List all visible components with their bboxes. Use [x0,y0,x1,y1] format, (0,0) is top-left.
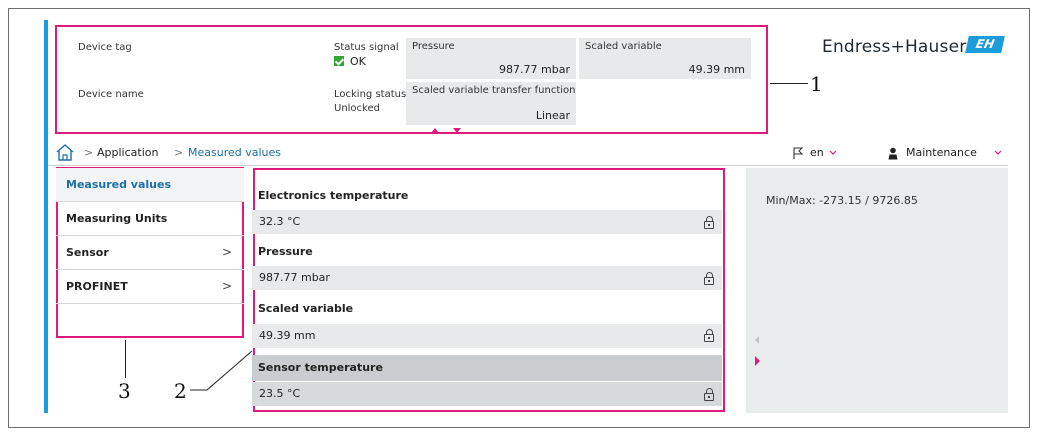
chevron-right-icon: > [221,279,232,293]
sidebar-item-measuring-units[interactable]: Measuring Units [56,202,244,236]
breadcrumb-bar: > Application > Measured values en Maint… [48,140,1008,166]
breadcrumb-separator: > [174,146,184,159]
breadcrumb-application[interactable]: Application [97,146,158,159]
breadcrumb-measured-values[interactable]: Measured values [188,146,281,159]
lock-icon [704,216,714,229]
param-value-field[interactable]: 23.5 °C [252,382,722,406]
breadcrumb-separator: > [84,146,94,159]
sidebar-item-label: Measuring Units [66,212,168,225]
param-value-field[interactable]: 987.77 mbar [252,266,722,290]
language-selector[interactable]: en [810,146,824,159]
callout-line-1 [770,83,808,84]
lock-icon [704,329,714,342]
expand-right-icon[interactable] [755,356,760,366]
lock-icon [704,272,714,285]
sidebar-nav: Measured values Measuring Units Sensor >… [56,168,244,304]
sidebar-item-label: Measured values [66,178,171,191]
user-icon [888,147,898,160]
sidebar-item-measured-values[interactable]: Measured values [56,168,244,202]
param-label[interactable]: Sensor temperature [258,361,383,374]
info-panel: Min/Max: -273.15 / 9726.85 [746,168,1008,413]
param-value-field[interactable]: 49.39 mm [252,324,722,348]
flag-icon [793,147,803,159]
sidebar-item-profinet[interactable]: PROFINET > [56,270,244,304]
minmax-text: Min/Max: -273.15 / 9726.85 [766,194,918,207]
callout-leader-2 [190,350,253,391]
home-icon[interactable] [56,144,74,161]
callout-line-3 [125,340,126,378]
eh-logo: EH [965,36,1005,53]
sidebar-item-label: Sensor [66,246,109,259]
param-label: Electronics temperature [258,189,409,202]
callout-number-1: 1 [810,72,823,96]
callout-box-header [55,25,768,134]
chevron-right-icon: > [221,245,232,259]
sidebar-item-label: PROFINET [66,280,128,293]
param-value-field[interactable]: 32.3 °C [252,210,722,234]
user-role-selector[interactable]: Maintenance [906,146,977,159]
collapse-left-icon[interactable] [755,336,759,344]
chevron-down-icon[interactable] [829,150,837,156]
chevron-down-icon[interactable] [994,150,1002,156]
param-label: Scaled variable [258,302,354,315]
param-label: Pressure [258,245,313,258]
callout-number-3: 3 [118,379,131,403]
callout-number-2: 2 [174,379,187,403]
brand-name: Endress+Hauser [822,37,967,57]
sidebar-item-sensor[interactable]: Sensor > [56,236,244,270]
lock-icon [704,388,714,401]
accent-bar [44,20,48,413]
